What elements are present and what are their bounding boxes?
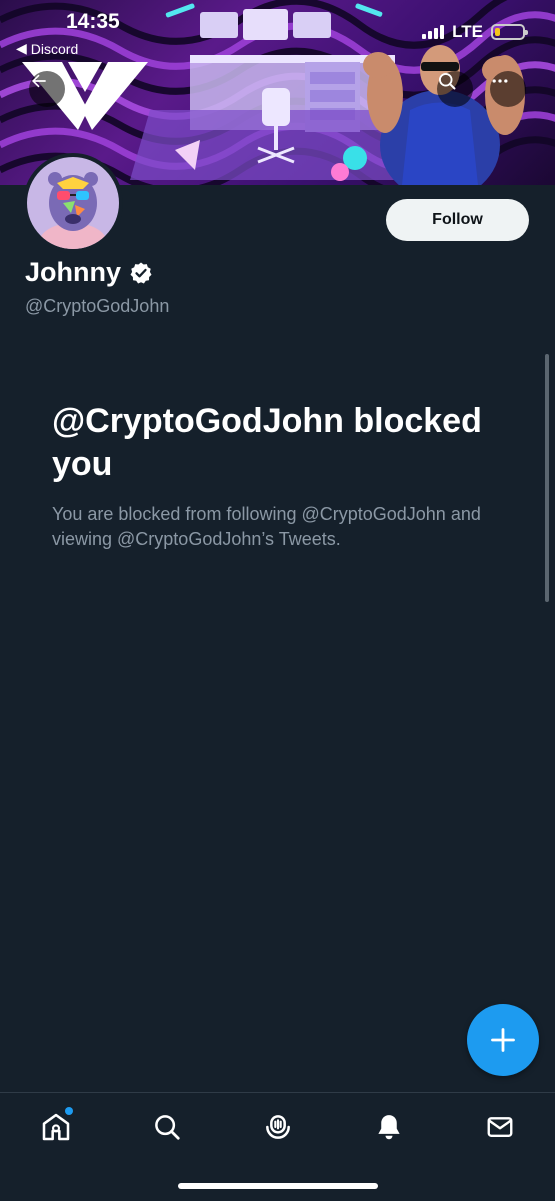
name-row: Johnny [25, 257, 153, 288]
back-app-label: Discord [30, 40, 79, 57]
mail-icon [487, 1117, 513, 1137]
more-button[interactable] [490, 71, 526, 107]
verified-badge-icon [130, 262, 152, 283]
compose-tweet-button[interactable] [467, 1004, 539, 1076]
battery-icon [491, 24, 528, 40]
nav-home[interactable] [36, 1107, 76, 1147]
profile-avatar[interactable] [23, 153, 123, 253]
scrollbar[interactable] [545, 354, 549, 602]
home-indicator[interactable] [178, 1183, 378, 1189]
search-button[interactable] [437, 71, 473, 107]
battery-level [495, 28, 500, 36]
follow-button[interactable]: Follow [386, 199, 529, 241]
search-icon [155, 1115, 180, 1140]
plus-icon [491, 1028, 515, 1052]
home-icon [42, 1113, 70, 1141]
status-time: 14:35 [66, 10, 120, 33]
display-name: Johnny [25, 257, 122, 287]
bell-icon [378, 1115, 400, 1140]
blocked-description: You are blocked from following @CryptoGo… [52, 504, 481, 549]
blocked-title: @CryptoGodJohn blocked you [52, 402, 482, 483]
back-triangle-icon: ◀ [16, 40, 27, 56]
avatar-image [27, 157, 119, 249]
nav-messages[interactable] [480, 1107, 520, 1147]
network-type: LTE [452, 22, 483, 41]
notification-dot [65, 1107, 73, 1115]
arrow-left-icon [32, 74, 46, 88]
back-button[interactable] [29, 71, 65, 107]
nav-spaces[interactable] [258, 1107, 298, 1147]
nav-search[interactable] [147, 1107, 187, 1147]
status-indicators: LTE [422, 22, 528, 42]
nav-notifications[interactable] [369, 1107, 409, 1147]
back-to-app-link[interactable]: ◀ Discord [16, 40, 78, 57]
profile-handle: @CryptoGodJohn [25, 296, 170, 316]
signal-icon [422, 25, 445, 39]
spaces-icon [266, 1115, 290, 1139]
search-icon [439, 73, 456, 90]
more-horizontal-icon [492, 79, 508, 83]
